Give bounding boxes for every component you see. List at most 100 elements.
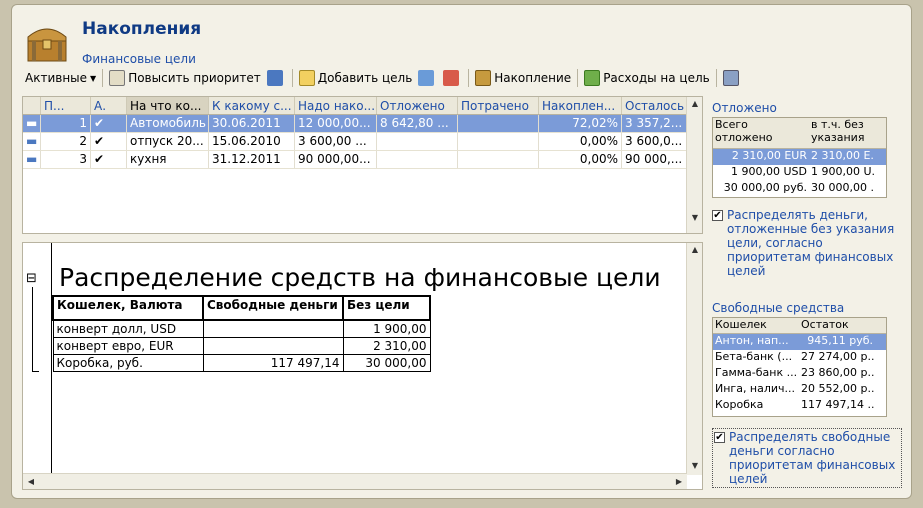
cell-target-date: 30.06.2011 (209, 115, 295, 132)
scroll-track[interactable] (687, 111, 702, 211)
grid-header: П... А. На что ко... К какому с... Надо … (23, 97, 702, 115)
distribute-deferred-checkbox[interactable]: ✔ Распределять деньги, отложенные без ук… (712, 208, 902, 278)
deferred-total: 2 310,00 EUR (731, 149, 807, 162)
report-row: конверт евро, EUR 2 310,00 (52, 337, 431, 355)
filter-dropdown[interactable]: Активные ▼ (22, 67, 99, 89)
report-col-nogoal: Без цели (342, 295, 431, 321)
deferred-total: 1 900,00 USD (731, 165, 807, 178)
scroll-up-icon[interactable]: ▲ (687, 97, 702, 111)
free-balance: 27 274,00 р... (801, 350, 875, 363)
safe-icon (475, 70, 492, 86)
cell-deferred: 8 642,80 ... (377, 115, 458, 132)
col-remaining[interactable]: Осталось (622, 97, 688, 114)
toolbar: Активные ▼ Повысить приоритет Добавить ц… (22, 66, 745, 90)
goals-grid[interactable]: П... А. На что ко... К какому с... Надо … (22, 96, 703, 234)
table-row[interactable]: ▬ 1 ✔ Автомобиль 30.06.2011 12 000,00...… (23, 115, 702, 133)
free-funds-header: Кошелек Остаток (713, 318, 886, 334)
filter-label: Активные (25, 71, 88, 85)
list-item[interactable]: Гамма-банк ... 23 860,00 р... (713, 366, 886, 382)
cell-need-save: 3 600,00 ... (295, 133, 377, 150)
savings-button[interactable]: Накопление (472, 67, 574, 89)
report-cell (202, 337, 344, 355)
checkbox-checked-icon[interactable]: ✔ (712, 210, 723, 221)
free-balance: 945,11 руб. (807, 334, 873, 347)
cell-spent (458, 151, 539, 168)
toolbar-separator (102, 69, 104, 87)
settings-button[interactable] (720, 67, 745, 89)
list-item[interactable]: 2 310,00 EUR 2 310,00 E... (713, 149, 886, 165)
list-item[interactable]: Бета-банк (... 27 274,00 р... (713, 350, 886, 366)
free-wallet: Инга, налич... (715, 382, 796, 395)
col-priority[interactable]: П... (41, 97, 91, 114)
page-subtitle: Финансовые цели (82, 52, 196, 66)
col-deferred[interactable]: Отложено (377, 97, 458, 114)
scroll-left-icon[interactable]: ◀ (23, 475, 39, 489)
report-cell: Коробка, руб. (52, 354, 204, 372)
cell-active[interactable]: ✔ (91, 133, 127, 150)
free-wallet: Гамма-банк ... (715, 366, 798, 379)
scroll-down-icon[interactable]: ▼ (687, 459, 702, 473)
goal-expenses-button[interactable]: Расходы на цель (581, 67, 713, 89)
col-target-date[interactable]: К какому с... (209, 97, 295, 114)
toolbar-separator (715, 69, 717, 87)
treasure-chest-icon (24, 19, 70, 65)
row-marker-icon: ▬ (23, 151, 41, 168)
list-item[interactable]: Коробка 117 497,14 ... (713, 398, 886, 414)
cell-deferred (377, 133, 458, 150)
distribute-deferred-label: Распределять деньги, отложенные без указ… (727, 208, 895, 278)
free-funds-table[interactable]: Кошелек Остаток Антон, нап... 945,11 руб… (712, 317, 887, 417)
distribute-free-checkbox[interactable]: ✔ Распределять свободные деньги согласно… (712, 428, 902, 488)
report-row: конверт долл, USD 1 900,00 (52, 319, 431, 338)
col-accumulated[interactable]: Накоплен... (539, 97, 622, 114)
report-header-row: Кошелек, Валюта Свободные деньги Без цел… (52, 295, 431, 321)
delete-goal-button[interactable] (440, 67, 465, 89)
cell-active[interactable]: ✔ (91, 151, 127, 168)
report-vertical-scrollbar[interactable]: ▲ ▼ (686, 243, 702, 475)
cell-target-date: 31.12.2011 (209, 151, 295, 168)
col-goal-name[interactable]: На что ко... (127, 97, 209, 114)
report-cell: конверт долл, USD (52, 319, 204, 338)
move-icon (266, 70, 283, 86)
deferred-unassigned: 30 000,00 ... (811, 181, 875, 194)
move-button[interactable] (264, 67, 289, 89)
list-item[interactable]: Инга, налич... 20 552,00 р... (713, 382, 886, 398)
cell-active[interactable]: ✔ (91, 115, 127, 132)
cell-spent (458, 115, 539, 132)
report-horizontal-scrollbar[interactable]: ◀ ▶ (23, 473, 687, 489)
table-row[interactable]: ▬ 3 ✔ кухня 31.12.2011 90 000,00... 0,00… (23, 151, 702, 169)
cell-accumulated: 0,00% (539, 151, 622, 168)
col-need-save[interactable]: Надо нако... (295, 97, 377, 114)
cell-remaining: 3 357,2... (622, 115, 688, 132)
checkbox-checked-icon[interactable]: ✔ (714, 432, 725, 443)
deferred-col-unassigned: в т.ч. без указания (811, 118, 865, 144)
scroll-track[interactable] (687, 257, 702, 459)
cell-goal-name: Автомобиль (127, 115, 209, 132)
deferred-table[interactable]: Всего отложено в т.ч. без указания 2 310… (712, 117, 887, 198)
deferred-unassigned: 1 900,00 U... (811, 165, 875, 178)
scroll-right-icon[interactable]: ▶ (671, 475, 687, 489)
cell-accumulated: 0,00% (539, 133, 622, 150)
list-item[interactable]: 30 000,00 руб. 30 000,00 ... (713, 181, 886, 197)
toolbar-separator (468, 69, 470, 87)
list-item[interactable]: 1 900,00 USD 1 900,00 U... (713, 165, 886, 181)
report-cell (202, 319, 344, 338)
report-cell: конверт евро, EUR (52, 337, 204, 355)
edit-goal-button[interactable] (415, 67, 440, 89)
add-goal-button[interactable]: Добавить цель (296, 67, 416, 89)
expense-icon (584, 70, 601, 86)
cell-priority: 3 (41, 151, 91, 168)
raise-priority-button[interactable]: Повысить приоритет (106, 67, 264, 89)
grid-vertical-scrollbar[interactable]: ▲ ▼ (686, 97, 702, 233)
scroll-down-icon[interactable]: ▼ (687, 211, 702, 225)
col-spent[interactable]: Потрачено (458, 97, 539, 114)
free-col-wallet: Кошелек (715, 318, 767, 331)
free-balance: 117 497,14 ... (801, 398, 875, 411)
list-item[interactable]: Антон, нап... 945,11 руб. (713, 334, 886, 350)
free-wallet: Бета-банк (... (715, 350, 793, 363)
scroll-up-icon[interactable]: ▲ (687, 243, 702, 257)
table-row[interactable]: ▬ 2 ✔ отпуск 20... 15.06.2010 3 600,00 .… (23, 133, 702, 151)
report-title: Распределение средств на финансовые цели (59, 263, 661, 292)
collapse-icon[interactable]: ⊟ (26, 271, 37, 286)
col-active[interactable]: А. (91, 97, 127, 114)
add-goal-label: Добавить цель (317, 71, 413, 85)
